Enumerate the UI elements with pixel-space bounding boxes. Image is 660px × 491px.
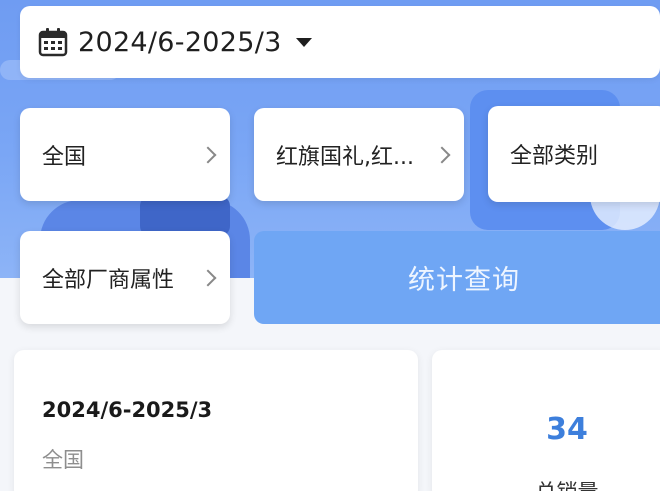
category-filter-label: 全部类别 [510,144,599,169]
chevron-right-icon [199,146,217,163]
total-sales-label: 总销量 [432,476,660,491]
brand-filter[interactable]: 红旗国礼,红... [254,108,464,201]
total-sales-card[interactable]: 34 总销量 [432,350,660,491]
caret-down-icon [295,37,312,47]
date-range-value: 2024/6-2025/3 [78,26,282,58]
calendar-icon [38,28,68,57]
statistics-query-button[interactable]: 统计查询 [254,231,660,324]
summary-date-range: 2024/6-2025/3 [42,398,213,422]
date-range-selector[interactable]: 2024/6-2025/3 [20,6,660,78]
summary-region: 全国 [42,448,84,472]
vendor-attribute-filter[interactable]: 全部厂商属性 [20,231,230,324]
summary-card: 2024/6-2025/3 全国 [14,350,418,491]
brand-filter-label: 红旗国礼,红... [276,144,414,170]
banner-decoration [140,196,230,236]
vendor-attribute-filter-label: 全部厂商属性 [42,267,175,293]
region-filter[interactable]: 全国 [20,108,230,201]
region-filter-label: 全国 [42,144,87,170]
category-filter[interactable]: 全部类别 [488,106,660,202]
chevron-right-icon [433,146,451,163]
total-sales-value: 34 [546,412,588,447]
chevron-right-icon [199,269,217,286]
